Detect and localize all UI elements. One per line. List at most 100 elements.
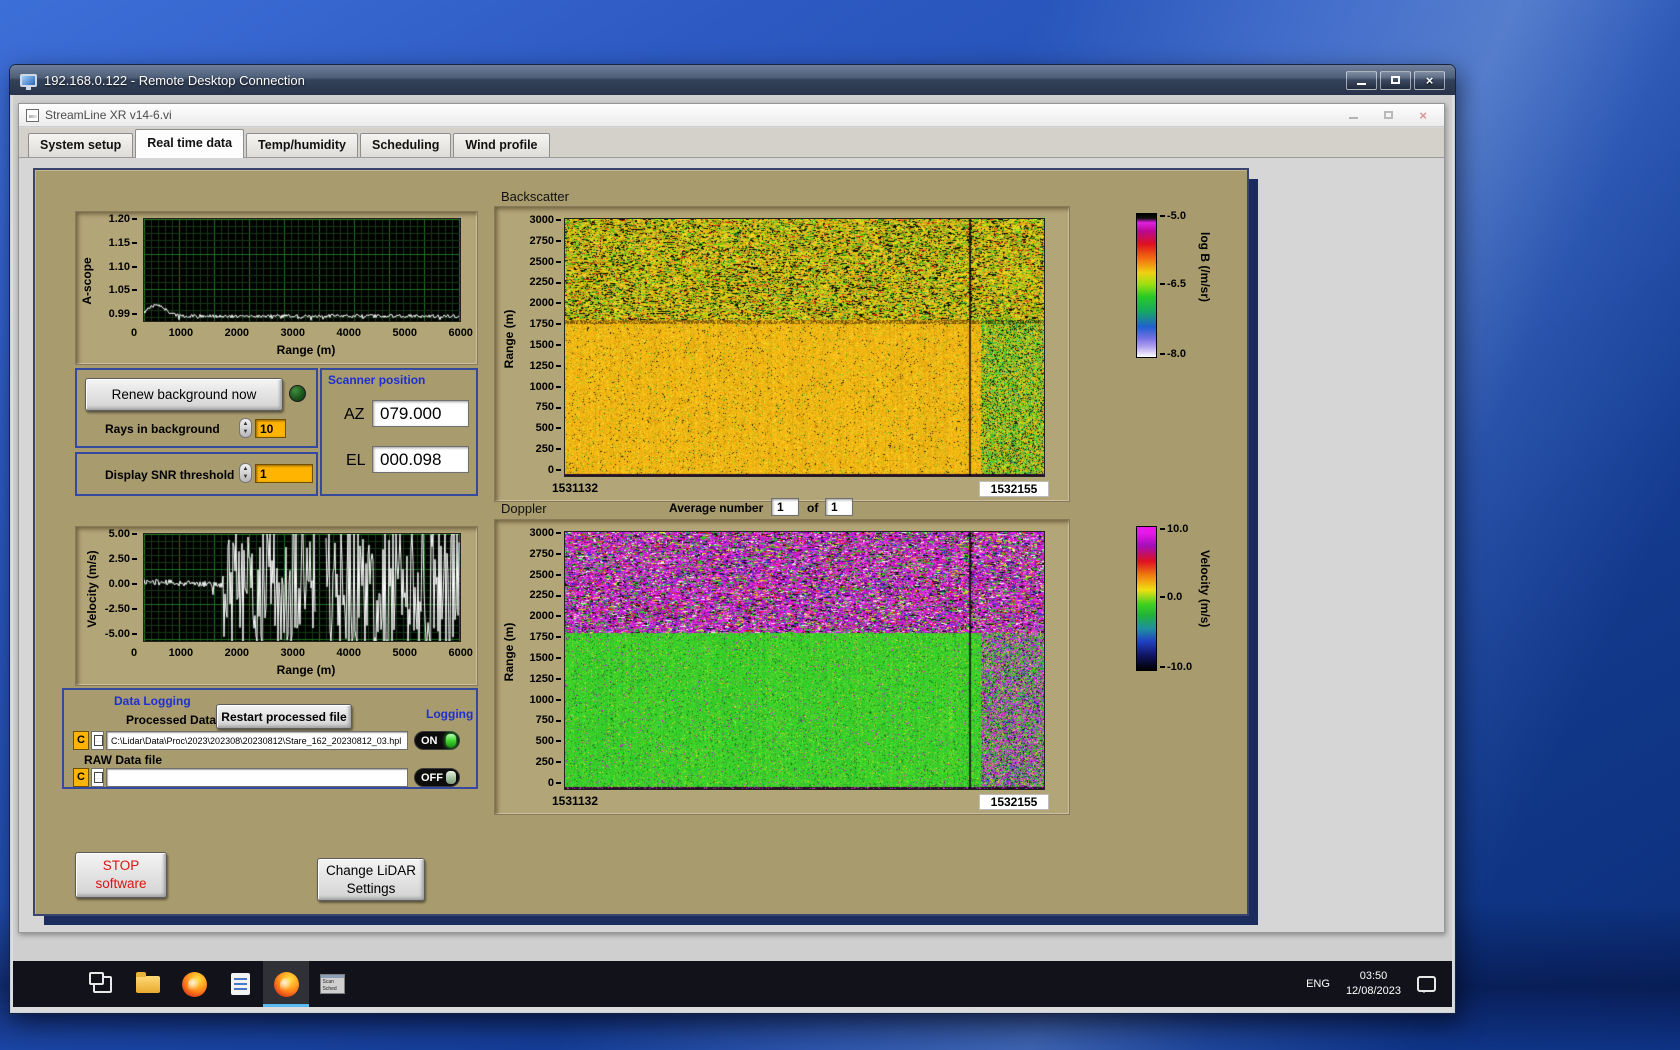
tick-label: -5.00: [105, 628, 137, 640]
vi-close-button[interactable]: ×: [1419, 108, 1427, 123]
scan-scheduler-icon[interactable]: Scan Sched: [309, 961, 355, 1007]
stop-software-button[interactable]: STOP software: [75, 852, 167, 898]
clock-time: 03:50: [1359, 970, 1388, 983]
taskbar: Scan Sched ENG 03:50 12/08/2023: [13, 961, 1452, 1007]
backscatter-ylabel: Range (m): [502, 309, 516, 369]
raw-browse-icon[interactable]: [91, 768, 104, 787]
velocity-xlabel: Range (m): [276, 663, 336, 677]
taskbar-clock[interactable]: 03:50 12/08/2023: [1346, 969, 1401, 999]
tick-label: 1000: [168, 647, 194, 659]
tick-label: 3000: [280, 327, 306, 339]
backscatter-xend: 1532155: [979, 481, 1049, 497]
renew-status-led: [289, 385, 306, 402]
average-of-label: of: [807, 501, 819, 515]
rays-in-background-label: Rays in background: [105, 422, 220, 436]
tab-content: A-scope 1.20 1.15 1.10 1.05 0.99 0 1000 2000 30…: [19, 158, 1444, 932]
tick-label: -2.50: [105, 603, 137, 615]
doppler-cbar-mid: 0.0: [1160, 591, 1182, 603]
el-value-field[interactable]: 000.098: [372, 446, 469, 473]
language-indicator[interactable]: ENG: [1306, 978, 1330, 990]
tick-label: 3000: [280, 647, 306, 659]
tab-system-setup[interactable]: System setup: [28, 133, 134, 157]
tick-label: 2.50: [109, 553, 137, 565]
doppler-cbar-max: 10.0: [1160, 523, 1188, 535]
streamline-window: StreamLine XR v14-6.vi × System setup Re…: [18, 103, 1445, 933]
vi-minimize-button[interactable]: [1349, 112, 1359, 119]
doppler-ylabel: Range (m): [502, 622, 516, 682]
doppler-yticks: 3000 2750 2500 2250 2000 1750 1500 1250 1000 750 5…: [519, 527, 561, 789]
processed-drive-box[interactable]: C: [73, 731, 89, 750]
raw-path-field[interactable]: [106, 768, 408, 787]
rays-value-field[interactable]: 10: [255, 419, 286, 438]
system-tray: ENG 03:50 12/08/2023: [1306, 969, 1452, 999]
file-explorer-icon[interactable]: [125, 961, 171, 1007]
doppler-title: Doppler: [501, 501, 547, 516]
velocity-yticks: 5.00 2.50 0.00 -2.50 -5.00: [92, 528, 137, 640]
tick-label: 250: [536, 756, 561, 768]
maximize-button[interactable]: [1380, 70, 1411, 90]
snr-spinner[interactable]: ▲ ▼: [239, 463, 252, 483]
clock-date: 12/08/2023: [1345, 985, 1401, 997]
change-lidar-settings-button[interactable]: Change LiDAR Settings: [317, 858, 425, 901]
labview-vi-icon: [26, 108, 39, 122]
tick-label: 250: [536, 443, 561, 455]
tick-label: 0: [548, 777, 561, 789]
tab-temp-humidity[interactable]: Temp/humidity: [246, 133, 359, 157]
velocity-xticks: 0 1000 2000 3000 4000 5000 6000: [131, 647, 473, 659]
active-browser-icon[interactable]: [263, 961, 309, 1007]
tick-label: 3000: [530, 527, 561, 539]
tab-wind-profile[interactable]: Wind profile: [453, 133, 550, 157]
renew-background-button[interactable]: Renew background now: [85, 378, 283, 411]
notification-center-icon[interactable]: [1417, 976, 1436, 993]
streamline-title: StreamLine XR v14-6.vi: [45, 108, 172, 122]
tick-label: 1000: [530, 381, 561, 393]
average-total-field[interactable]: 1: [825, 498, 853, 516]
doppler-plot: [564, 531, 1045, 790]
remote-desktop-icon: [20, 73, 37, 90]
data-logging-group: Data Logging Processed Data file Restart…: [62, 688, 478, 789]
minimize-button[interactable]: [1346, 70, 1377, 90]
tick-label: 1000: [530, 694, 561, 706]
processed-browse-icon[interactable]: [91, 731, 104, 750]
az-value-field[interactable]: 079.000: [372, 400, 469, 427]
snr-value-field[interactable]: 1: [255, 464, 313, 483]
average-number-field[interactable]: 1: [771, 498, 799, 516]
tick-label: 500: [536, 422, 561, 434]
tick-label: 2000: [530, 297, 561, 309]
firefox-icon[interactable]: [171, 961, 217, 1007]
processed-path-field[interactable]: C:\Lidar\Data\Proc\2023\202308\20230812\…: [106, 731, 408, 750]
tick-label: 1750: [530, 631, 561, 643]
close-button[interactable]: ×: [1414, 70, 1445, 90]
processed-logging-toggle[interactable]: ON: [414, 731, 460, 750]
tick-label: 0.99: [109, 308, 137, 320]
vi-maximize-button[interactable]: [1384, 111, 1394, 119]
backscatter-graph: Range (m) 3000 2750 2500 2250 2000 1750 1500 12…: [494, 206, 1070, 502]
remote-desktop-screen: StreamLine XR v14-6.vi × System setup Re…: [13, 95, 1452, 1007]
tick-label: 0.00: [109, 578, 137, 590]
tick-label: 1250: [530, 360, 561, 372]
el-label: EL: [346, 452, 366, 469]
tick-label: 2250: [530, 589, 561, 601]
tab-scheduling[interactable]: Scheduling: [360, 133, 452, 157]
tick-label: 1.15: [109, 237, 137, 249]
tab-real-time-data[interactable]: Real time data: [135, 129, 245, 158]
tick-label: 5.00: [109, 528, 137, 540]
doppler-xstart: 1531132: [551, 794, 599, 808]
notes-app-icon[interactable]: [217, 961, 263, 1007]
restart-processed-file-button[interactable]: Restart processed file: [216, 704, 352, 729]
streamline-titlebar[interactable]: StreamLine XR v14-6.vi ×: [19, 104, 1444, 127]
tick-label: 750: [536, 401, 561, 413]
raw-logging-toggle[interactable]: OFF: [414, 768, 460, 787]
raw-drive-box[interactable]: C: [73, 768, 89, 787]
task-view-icon[interactable]: [79, 961, 125, 1007]
rays-spinner[interactable]: ▲ ▼: [239, 418, 252, 438]
backscatter-cbar-max: -5.0: [1160, 210, 1186, 222]
tick-label: 6000: [448, 647, 473, 659]
backscatter-cbar-min: -8.0: [1160, 348, 1186, 360]
tick-label: 1250: [530, 673, 561, 685]
tick-label: 500: [536, 735, 561, 747]
doppler-cbar-unit: Velocity (m/s): [1198, 550, 1212, 628]
rdp-titlebar[interactable]: 192.168.0.122 - Remote Desktop Connectio…: [10, 65, 1455, 95]
tick-label: 2750: [530, 235, 561, 247]
backscatter-title: Backscatter: [501, 189, 569, 204]
